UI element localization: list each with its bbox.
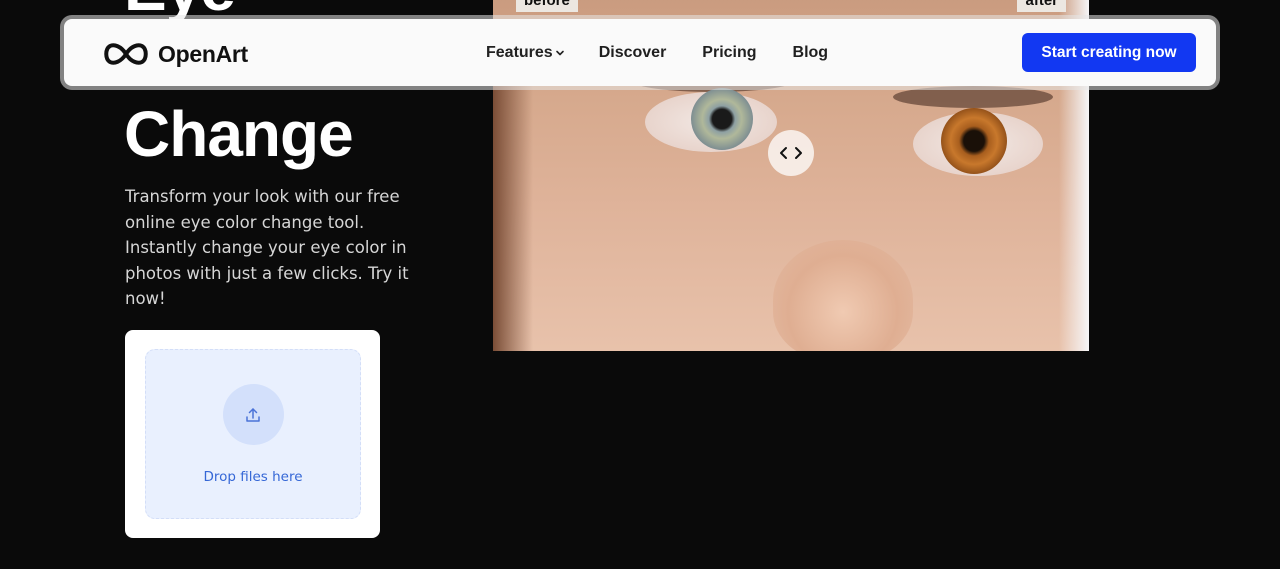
right-iris-brown [941, 108, 1007, 174]
after-label: after [1017, 0, 1066, 12]
hero-description: Transform your look with our free online… [125, 187, 409, 308]
file-dropzone[interactable]: Drop files here [145, 349, 361, 519]
nav-features[interactable]: Features [486, 44, 565, 62]
upload-icon [246, 407, 260, 422]
hero-title: Change [124, 98, 354, 170]
openart-logo-icon [104, 43, 148, 65]
upload-card: Drop files here [125, 330, 380, 538]
right-eyebrow [893, 86, 1053, 108]
left-iris-grey [691, 88, 753, 150]
drop-files-label: Drop files here [203, 469, 303, 485]
logo[interactable]: OpenArt [102, 39, 248, 69]
nose [773, 240, 913, 351]
comparison-slider-handle[interactable] [768, 130, 814, 176]
before-label: before [516, 0, 578, 12]
nav-blog[interactable]: Blog [793, 44, 829, 62]
start-creating-button[interactable]: Start creating now [1022, 33, 1196, 72]
nav-links: Features Discover Pricing Blog [486, 19, 864, 86]
face-shadow [493, 50, 533, 351]
upload-button[interactable] [222, 384, 284, 445]
chevrons-left-right-icon [780, 147, 802, 159]
nav-features-label: Features [486, 43, 553, 61]
nav-pricing[interactable]: Pricing [702, 44, 756, 62]
hero-title-top: Eye [124, 0, 236, 20]
logo-text: OpenArt [158, 40, 248, 67]
nav-discover[interactable]: Discover [599, 44, 667, 62]
chevron-down-icon [555, 50, 564, 55]
top-navbar: OpenArt Features Discover Pricing Blog S… [64, 19, 1216, 86]
page: Eye Change Transform your look with our … [0, 0, 1280, 569]
